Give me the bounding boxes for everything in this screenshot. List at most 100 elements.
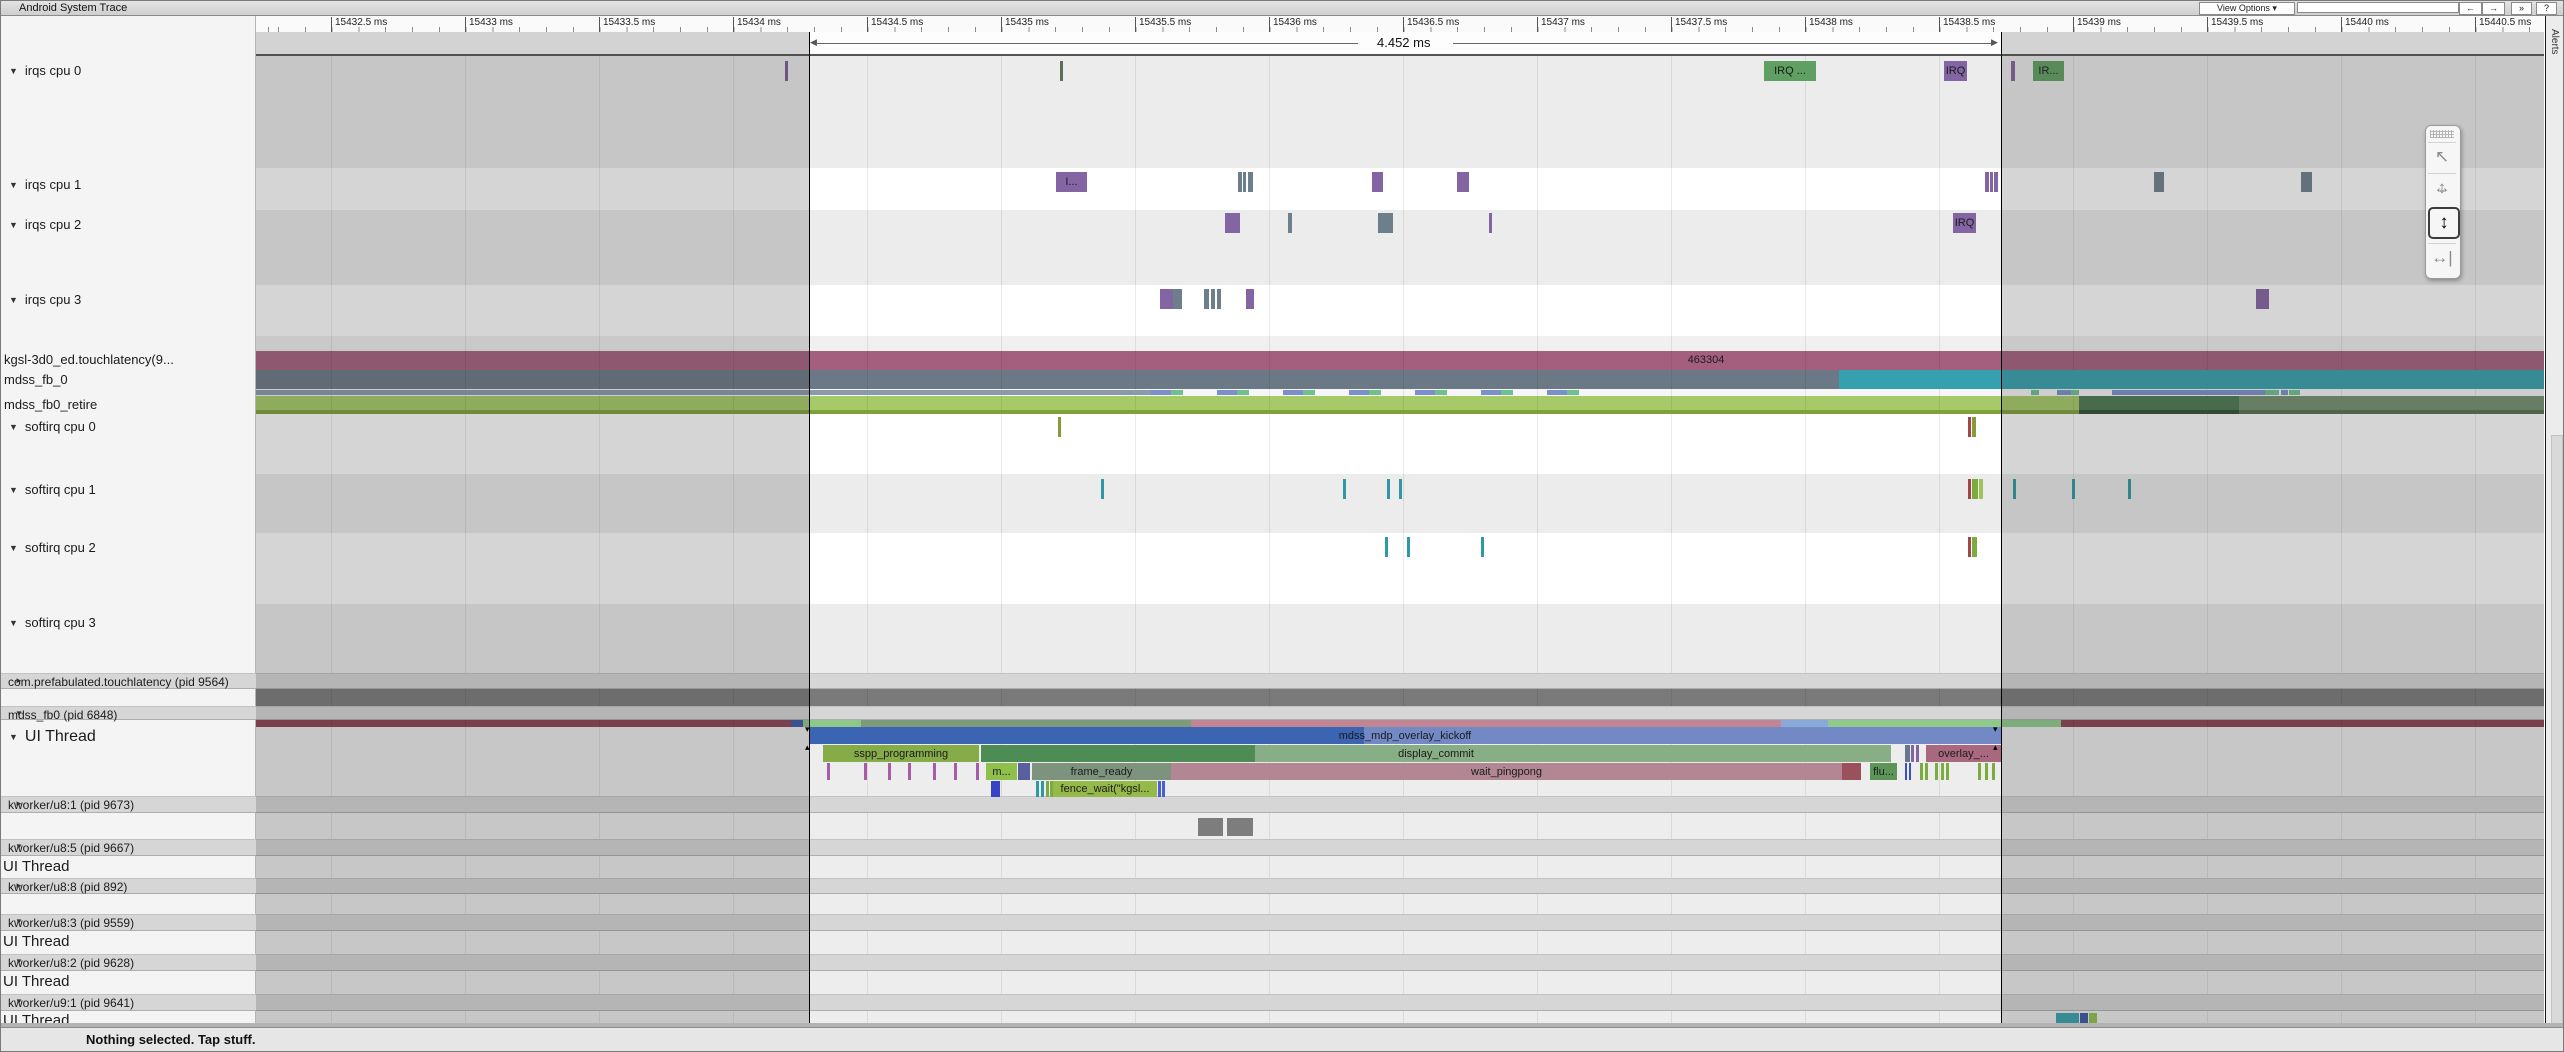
trace-block[interactable] [1911, 745, 1914, 762]
trace-block[interactable] [1058, 417, 1061, 437]
track-label[interactable]: ▼irqs cpu 2 [9, 217, 81, 232]
collapse-arrow-icon[interactable]: ▼ [9, 543, 18, 553]
timing-tool[interactable]: ↔| [2428, 243, 2456, 272]
trace-block[interactable] [1217, 390, 1237, 395]
select-tool[interactable]: ↖ [2428, 142, 2456, 171]
trace-block[interactable] [1372, 172, 1383, 192]
trace-block[interactable] [1171, 390, 1183, 395]
trace-block[interactable] [1046, 781, 1049, 797]
palette-grip-handle[interactable] [2430, 130, 2454, 138]
collapse-arrow-icon[interactable]: ▼ [15, 997, 23, 1006]
trace-block[interactable] [1781, 720, 1828, 727]
trace-block[interactable] [1946, 763, 1949, 780]
trace-block[interactable] [1036, 781, 1039, 797]
trace-block[interactable] [1369, 390, 1381, 395]
trace-block[interactable] [864, 763, 867, 780]
trace-block[interactable] [803, 720, 861, 727]
trace-block[interactable] [1968, 537, 1971, 557]
trace-block[interactable] [954, 763, 957, 780]
trace-block[interactable] [1941, 763, 1944, 780]
trace-slice[interactable]: m... [986, 763, 1017, 780]
collapse-arrow-icon[interactable]: ▼ [9, 66, 18, 76]
track-label[interactable]: ▼softirq cpu 0 [9, 419, 96, 434]
trace-block[interactable] [1481, 537, 1484, 557]
trace-block[interactable] [1101, 479, 1104, 499]
trace-block[interactable] [1972, 479, 1978, 499]
expand-arrow-icon[interactable]: ► [15, 799, 23, 808]
trace-block[interactable] [1407, 537, 1410, 557]
view-options-button[interactable]: View Options ▾ [2199, 2, 2295, 15]
track-label[interactable]: ▼softirq cpu 2 [9, 540, 96, 555]
trace-block[interactable] [1243, 172, 1246, 192]
trace-block[interactable] [1567, 390, 1579, 395]
trace-block[interactable] [1916, 745, 1919, 762]
trace-block[interactable] [1060, 61, 1063, 81]
zoom-tool[interactable]: ↕ [2428, 207, 2460, 239]
trace-block[interactable] [1547, 390, 1567, 395]
more-button[interactable]: » [2511, 2, 2532, 15]
trace-block[interactable] [1978, 763, 1981, 780]
trace-block[interactable] [861, 720, 1191, 727]
trace-block[interactable] [888, 763, 891, 780]
collapse-arrow-icon[interactable]: ▼ [9, 220, 18, 230]
trace-block[interactable] [1457, 172, 1469, 192]
trace-block[interactable] [1481, 390, 1501, 395]
trace-block[interactable] [1972, 417, 1976, 437]
trace-block[interactable] [1225, 213, 1240, 233]
trace-block[interactable] [933, 763, 936, 780]
nav-forward-button[interactable]: → [2482, 2, 2505, 15]
collapse-arrow-icon[interactable]: ▼ [9, 422, 18, 432]
trace-block[interactable] [827, 763, 830, 780]
trace-block[interactable] [1985, 763, 1988, 780]
nav-back-button[interactable]: ← [2459, 2, 2482, 15]
trace-block[interactable] [1972, 537, 1977, 557]
track-label[interactable]: ▼irqs cpu 0 [9, 63, 81, 78]
trace-block[interactable] [1435, 390, 1447, 395]
trace-block[interactable] [1905, 763, 1907, 780]
trace-block[interactable] [1151, 390, 1171, 395]
trace-block[interactable] [991, 781, 1000, 797]
expand-arrow-icon[interactable]: ► [15, 881, 23, 890]
collapse-arrow-icon[interactable]: ▼ [9, 180, 18, 190]
trace-block[interactable] [1303, 390, 1315, 395]
time-ruler[interactable]: 15432.5 ms15433 ms15433.5 ms15434 ms1543… [256, 15, 2544, 32]
trace-block[interactable] [1204, 289, 1209, 309]
trace-slice[interactable]: display_commit [981, 745, 1891, 762]
trace-block[interactable] [1905, 745, 1910, 762]
trace-slice[interactable]: wait_pingpong [1171, 763, 1842, 780]
trace-block[interactable] [1158, 781, 1161, 797]
trace-block[interactable] [1162, 781, 1165, 797]
trace-block[interactable] [1349, 390, 1369, 395]
collapse-arrow-icon[interactable]: ▼ [15, 842, 23, 851]
trace-block[interactable] [1968, 417, 1971, 437]
track-label[interactable]: ▼UI Thread [9, 728, 96, 746]
trace-block[interactable] [1990, 172, 1993, 192]
trace-block[interactable] [1979, 479, 1983, 499]
trace-block[interactable] [1238, 172, 1242, 192]
trace-block[interactable] [1489, 213, 1492, 233]
track-label[interactable]: ▼softirq cpu 1 [9, 482, 96, 497]
trace-block[interactable] [1246, 289, 1254, 309]
trace-block[interactable] [1198, 818, 1223, 836]
trace-block[interactable] [1237, 390, 1249, 395]
trace-block[interactable] [1842, 763, 1861, 780]
trace-block[interactable] [1935, 763, 1938, 780]
trace-slice[interactable]: overlay_... [1926, 745, 2001, 762]
trace-block[interactable] [1227, 818, 1253, 836]
trace-slice[interactable]: flu... [1870, 763, 1897, 780]
collapse-arrow-icon[interactable]: ▼ [9, 485, 18, 495]
trace-block[interactable] [1501, 390, 1513, 395]
trace-block[interactable] [1387, 479, 1390, 499]
trace-slice[interactable]: fence_wait("kgsl... [1053, 781, 1157, 797]
trace-block[interactable] [1248, 172, 1253, 192]
trace-block[interactable] [976, 763, 979, 780]
help-button[interactable]: ? [2536, 2, 2557, 15]
trace-block[interactable] [1385, 537, 1388, 557]
trace-block[interactable] [1378, 213, 1393, 233]
trace-slice[interactable]: IRQ [1953, 213, 1976, 233]
trace-block[interactable] [1343, 479, 1346, 499]
collapse-arrow-icon[interactable]: ▼ [15, 917, 23, 926]
trace-block[interactable] [1992, 763, 1995, 780]
trace-block[interactable] [1399, 479, 1402, 499]
selection-boundary-line[interactable] [809, 32, 810, 1023]
